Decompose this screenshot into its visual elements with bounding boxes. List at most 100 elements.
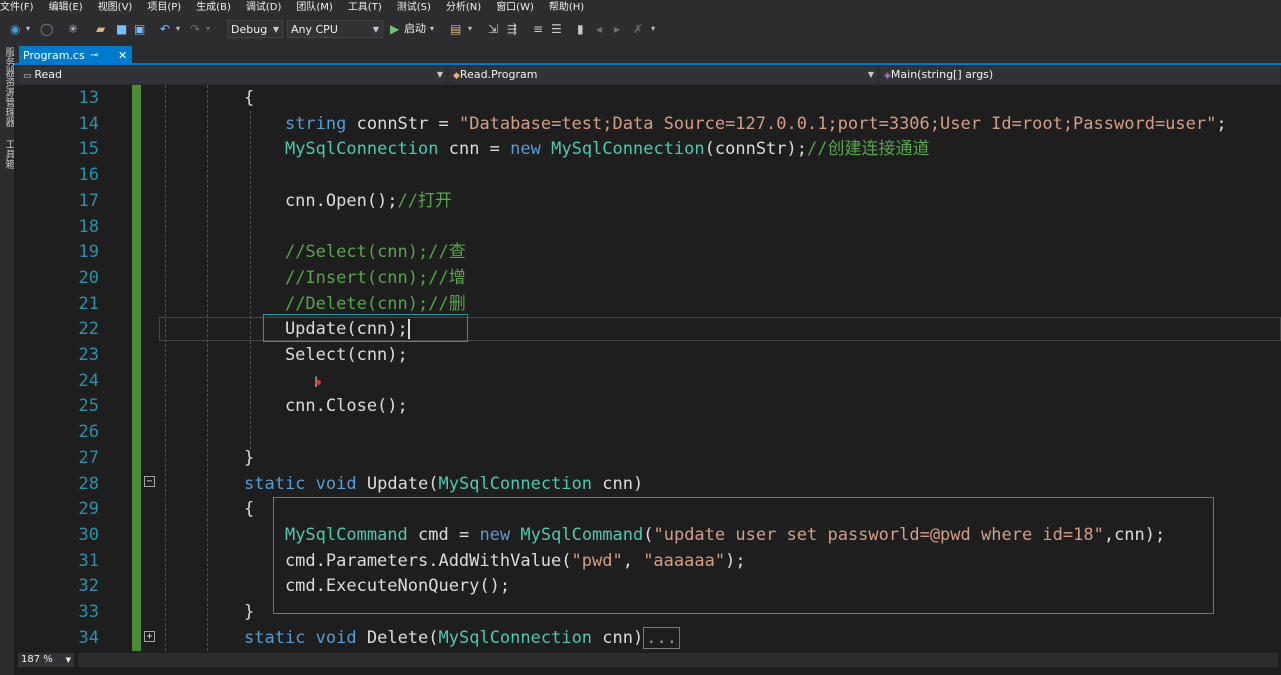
code-token: ); [725, 550, 746, 571]
code-token: ( [643, 524, 654, 545]
pin-icon[interactable]: ⊸ [90, 46, 98, 65]
line-number: 15 [78, 139, 99, 160]
menu-item[interactable]: 视图(V) [98, 0, 133, 15]
code-line[interactable]: 22 Update(cnn); [14, 316, 1281, 342]
clear-bookmarks-icon[interactable]: ✗ [633, 20, 643, 38]
menu-item[interactable]: 编辑(E) [49, 0, 83, 15]
code-editor[interactable]: 13 {14 string connStr = "Database=test;Da… [14, 85, 1281, 651]
class-value: Read.Program [459, 68, 538, 81]
code-text: cmd.ExecuteNonQuery(); [244, 573, 510, 599]
menu-item[interactable]: 帮助(H) [549, 0, 584, 15]
save-all-icon[interactable]: ▣ [134, 20, 145, 38]
new-project-icon[interactable]: ✳ [68, 20, 78, 38]
expand-region-icon[interactable]: + [144, 631, 155, 642]
start-dropdown-icon[interactable]: ▾ [430, 20, 434, 38]
code-line[interactable]: 24 [14, 368, 1281, 394]
code-line[interactable]: 17 cnn.Open();//打开 [14, 188, 1281, 214]
collapsed-region-marker[interactable]: ... [643, 626, 680, 649]
code-line[interactable]: 26 [14, 419, 1281, 445]
code-line[interactable]: 27} [14, 445, 1281, 471]
code-line[interactable]: 31 cmd.Parameters.AddWithValue("pwd", "a… [14, 548, 1281, 574]
back-dropdown-icon[interactable]: ▾ [26, 20, 30, 38]
code-token: cmd = [407, 524, 480, 545]
undo-icon[interactable]: ↶ [160, 20, 170, 38]
code-line[interactable]: 25 cnn.Close(); [14, 393, 1281, 419]
code-token: static [244, 473, 306, 494]
start-icon[interactable]: ▶ [390, 20, 399, 38]
prev-bookmark-icon[interactable]: ◂ [596, 20, 602, 38]
code-text: //Insert(cnn);//增 [244, 265, 466, 291]
find-dropdown-icon[interactable]: ▾ [468, 20, 472, 38]
menu-item[interactable]: 窗口(W) [496, 0, 534, 15]
code-line[interactable]: 33} [14, 599, 1281, 625]
project-dropdown[interactable]: ▭ Read ▼ [19, 67, 446, 83]
editor-bottom-bar: 187 % ▼ [14, 651, 1281, 675]
code-line[interactable]: 15 MySqlConnection cnn = new MySqlConnec… [14, 136, 1281, 162]
redo-dropdown-icon[interactable]: ▾ [206, 20, 210, 38]
code-token: } [244, 602, 255, 622]
start-button[interactable]: 启动 [404, 20, 426, 38]
code-line[interactable]: 23 Select(cnn); [14, 342, 1281, 368]
forward-icon[interactable]: ◯ [40, 20, 53, 38]
step-over-icon[interactable]: ⇶ [507, 20, 517, 38]
code-line[interactable]: 20 //Insert(cnn);//增 [14, 265, 1281, 291]
find-in-files-icon[interactable]: ▤ [450, 20, 461, 38]
code-text: string connStr = "Database=test;Data Sou… [244, 111, 1227, 137]
menu-item[interactable]: 工具(T) [348, 0, 382, 15]
code-line[interactable]: 18 [14, 214, 1281, 240]
cursor-marker-icon [316, 380, 321, 385]
menu-item[interactable]: 文件(F) [0, 0, 34, 15]
menu-item[interactable]: 调试(D) [246, 0, 282, 15]
horizontal-scrollbar[interactable] [78, 653, 1278, 667]
step-into-icon[interactable]: ⇲ [488, 20, 498, 38]
code-line[interactable]: 14 string connStr = "Database=test;Data … [14, 111, 1281, 137]
class-dropdown[interactable]: ◆Read.Program ▼ [449, 67, 877, 83]
comment-out-icon[interactable]: ≡ [533, 20, 543, 38]
uncomment-icon[interactable]: ☰ [551, 20, 562, 38]
chevron-down-icon: ▼ [436, 70, 443, 79]
code-token: "aaaaaa" [643, 550, 726, 571]
member-dropdown[interactable]: ◈Main(string[] args) [880, 67, 1280, 83]
code-text: //Select(cnn);//查 [244, 239, 466, 265]
open-file-icon[interactable]: ▰ [96, 20, 105, 38]
code-token: void [315, 473, 357, 494]
menu-item[interactable]: 测试(S) [397, 0, 431, 15]
menu-item[interactable]: 团队(M) [296, 0, 332, 15]
menu-item[interactable]: 分析(N) [446, 0, 481, 15]
code-line[interactable]: 29 { [14, 496, 1281, 522]
tab-program-cs[interactable]: Program.cs ⊸ ✕ [19, 46, 132, 65]
code-token: string [284, 113, 347, 134]
code-line[interactable]: 19 //Select(cnn);//查 [14, 239, 1281, 265]
code-line[interactable]: 34 static void Delete(MySqlConnection cnn… [14, 625, 1281, 651]
code-line[interactable]: 21 //Delete(cnn);//删 [14, 291, 1281, 317]
code-token: cnn = [438, 139, 511, 160]
toolbar-overflow-icon[interactable]: ▾ [651, 20, 655, 38]
chevron-down-icon: ▼ [65, 656, 71, 664]
code-line[interactable]: 32 cmd.ExecuteNonQuery(); [14, 573, 1281, 599]
code-token: void [315, 627, 357, 648]
code-text: //Delete(cnn);//删 [244, 291, 466, 317]
collapse-region-icon[interactable]: − [144, 476, 155, 487]
save-icon[interactable]: ■ [116, 20, 127, 38]
menu-item[interactable]: 生成(B) [196, 0, 231, 15]
next-bookmark-icon[interactable]: ▸ [614, 20, 620, 38]
zoom-select[interactable]: 187 % ▼ [18, 653, 74, 667]
undo-dropdown-icon[interactable]: ▾ [176, 20, 180, 38]
redo-icon[interactable]: ↷ [190, 20, 200, 38]
solution-platform-select[interactable]: Any CPU ▼ [287, 20, 383, 38]
close-icon[interactable]: ✕ [118, 46, 127, 65]
code-token: //Insert(cnn);//增 [284, 267, 466, 288]
code-line[interactable]: 28 static void Update(MySqlConnection cnn… [14, 471, 1281, 497]
line-number: 26 [78, 422, 99, 443]
code-line[interactable]: 13 { [14, 85, 1281, 111]
code-line[interactable]: 30 MySqlCommand cmd = new MySqlCommand("… [14, 522, 1281, 548]
code-token: ; [1216, 113, 1227, 134]
menu-item[interactable]: 项目(P) [147, 0, 181, 15]
back-icon[interactable]: ◉ [10, 20, 20, 38]
code-token: Update( [356, 473, 439, 494]
bookmark-icon[interactable]: ▮ [577, 20, 584, 38]
code-line[interactable]: 16 [14, 162, 1281, 188]
solution-configuration-select[interactable]: Debug ▼ [227, 20, 283, 38]
